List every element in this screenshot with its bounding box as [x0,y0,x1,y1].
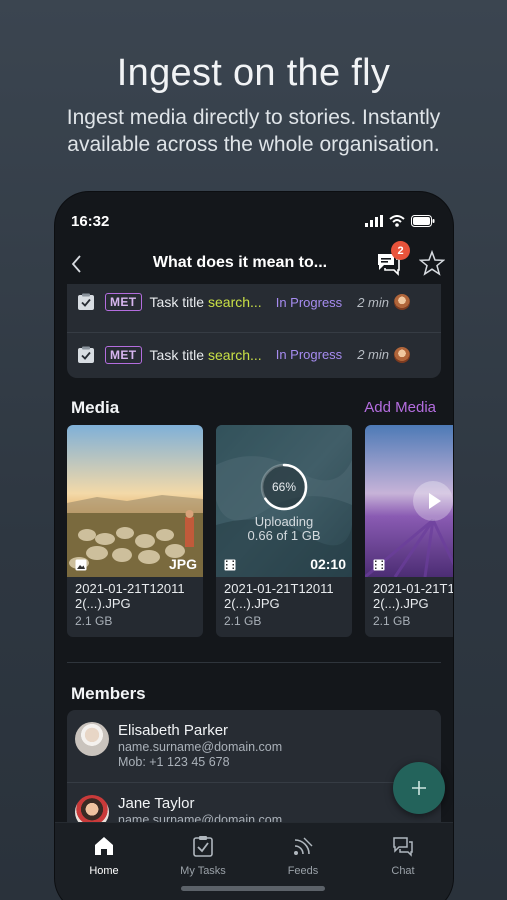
member-email: name.surname@domain.com [118,740,283,754]
tab-label: Feeds [287,865,319,877]
member-name: Jane Taylor [118,795,195,812]
media-card[interactable]: JPG 2021-01-21T12011 2(...).JPG 2.1 GB [67,425,203,637]
media-size: 2.1 GB [224,614,262,628]
back-chevron-icon[interactable] [67,252,87,276]
task-status: In Progress [275,294,343,310]
hero-subtitle-line2: available across the whole organisation. [67,133,440,156]
member-mobile: Mob: +1 123 45 678 [118,755,230,769]
media-filename-line2: 2(...).JPG [75,596,131,611]
image-icon [75,559,87,571]
section-divider [67,662,441,663]
tasks-icon [193,836,213,857]
media-filename: 2021-01-21T12011 2(...).JPG [75,581,185,611]
comments-badge: 2 [391,241,410,260]
hero-title: Ingest on the fly [116,52,391,94]
hero-subtitle-line1: Ingest media directly to stories. Instan… [66,106,441,129]
status-icons [365,215,435,227]
signal-icon [365,215,383,227]
upload-percent: 66% [271,480,297,494]
media-filename: 2021-01-21T12011 2(...).JPG [224,581,334,611]
tab-label: My Tasks [180,865,226,877]
add-fab-button[interactable] [393,762,445,814]
tab-my-tasks[interactable]: My Tasks [163,835,243,877]
media-card[interactable]: 2021-01-21T12011 2(...).JPG 2.1 GB [365,425,453,637]
chat-icon [393,837,413,857]
task-time: 2 min [357,347,389,362]
media-filename-line1: 2021-01-21T12011 [75,581,185,596]
plus-icon [412,781,426,795]
media-filename: 2021-01-21T12011 2(...).JPG [373,581,453,611]
task-row[interactable]: MET Task title search... In Progress 2 m… [67,284,441,324]
task-tag: MET [105,345,142,364]
play-icon [429,493,441,509]
task-search-highlight: search... [208,346,262,363]
media-filename-line1: 2021-01-21T12011 [224,581,334,596]
status-bar: 16:32 [55,192,453,250]
task-search-highlight: search... [208,294,262,310]
battery-icon [411,215,435,227]
phone-screen: 16:32 What does it mean to... 2 MET Task… [55,192,453,900]
star-icon[interactable] [419,250,445,276]
task-title: Task title [149,346,204,363]
task-assignee-avatar [393,294,410,310]
media-duration: 02:10 [310,556,346,572]
hero-subtitle: Ingest media directly to stories. Instan… [0,104,507,158]
media-size: 2.1 GB [75,614,113,628]
home-icon [95,837,113,855]
play-button[interactable] [413,481,453,521]
upload-label: Uploading [254,514,314,529]
page-title: What does it mean to... [152,254,328,271]
video-icon [373,559,385,571]
member-name: Elisabeth Parker [118,722,229,739]
task-assignee-avatar [393,346,410,363]
add-media-link[interactable]: Add Media [364,399,436,416]
avatar [75,722,109,756]
tab-home[interactable]: Home [64,835,144,877]
home-indicator [181,886,325,891]
media-format: JPG [168,556,197,572]
task-row[interactable]: MET Task title search... In Progress 2 m… [67,332,441,376]
task-title: Task title [149,294,204,310]
feeds-icon [294,837,313,855]
task-checkbox-icon [78,293,94,310]
tab-label: Chat [391,865,415,877]
media-filename-line2: 2(...).JPG [224,596,280,611]
task-tag: MET [105,293,142,311]
media-thumbnail [67,425,203,577]
tab-label: Home [89,865,119,877]
status-time: 16:32 [71,212,110,230]
tab-chat[interactable]: Chat [363,835,443,877]
media-size: 2.1 GB [373,614,411,628]
media-filename-line1: 2021-01-21T12011 [373,581,453,596]
task-status: In Progress [275,347,343,362]
video-icon [224,559,236,571]
upload-progress-text: 0.66 of 1 GB [247,528,321,543]
media-card[interactable]: 66% Uploading 0.66 of 1 GB 02:10 2021-01… [216,425,352,637]
members-section-title: Members [71,684,146,703]
task-checkbox-icon [78,346,94,363]
media-section-title: Media [71,398,120,417]
member-row[interactable]: Elisabeth Parker name.surname@domain.com… [67,710,441,782]
wifi-icon [389,215,405,227]
task-time: 2 min [357,294,389,310]
task-list: MET Task title search... In Progress 2 m… [67,284,441,378]
tab-feeds[interactable]: Feeds [263,835,343,877]
media-filename-line2: 2(...).JPG [373,596,429,611]
